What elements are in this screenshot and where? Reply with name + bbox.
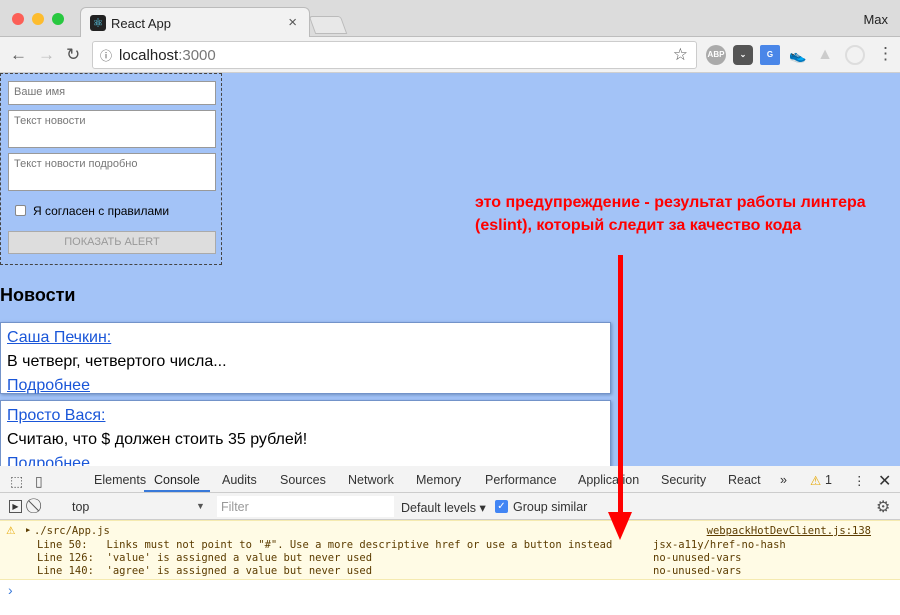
menu-icon[interactable]: ⋮ [877, 44, 894, 64]
sneaker-icon[interactable]: 👟 [788, 45, 808, 65]
warning-count[interactable]: 1 [825, 473, 832, 487]
rule-name: no-unused-vars [653, 552, 742, 564]
warning-line: Line 50: Links must not point to "#". Us… [37, 539, 613, 551]
news-text: Считаю, что $ должен стоить 35 рублей! [7, 431, 308, 448]
filter-input[interactable]: Filter [217, 496, 394, 517]
url-port: :3000 [178, 47, 216, 64]
more-link[interactable]: Подробнее [7, 452, 604, 466]
show-alert-button[interactable]: ПОКАЗАТЬ ALERT [8, 231, 216, 254]
address-bar[interactable]: ⓘ localhost:3000 ☆ [92, 41, 697, 69]
adblock-icon[interactable]: ABP [706, 45, 726, 65]
info-icon[interactable]: ⓘ [100, 47, 112, 64]
devtools-menu-icon[interactable]: ⋮ [853, 473, 866, 488]
warning-line: Line 126: 'value' is assigned a value bu… [37, 552, 373, 564]
close-devtools-icon[interactable]: ✕ [878, 471, 891, 491]
close-window-button[interactable] [12, 13, 24, 25]
tab-console[interactable]: Console [154, 473, 200, 487]
rule-name: jsx-a11y/href-no-hash [653, 539, 786, 551]
context-dropdown-icon[interactable]: ▼ [196, 501, 205, 511]
group-similar-label: Group similar [513, 500, 588, 514]
rule-name: no-unused-vars [653, 565, 742, 577]
annotation-text: это предупреждение - результат работы ли… [475, 194, 866, 234]
context-select[interactable]: top [72, 500, 89, 514]
back-icon[interactable]: ← [10, 45, 27, 65]
toolbar: ← → ↻ ⓘ localhost:3000 ☆ ABP ⌄ G 👟 ▲ ⋮ [0, 37, 900, 73]
agree-checkbox[interactable] [15, 205, 26, 216]
console-warning: ⚠ ▶ ./src/App.js webpackHotDevClient.js:… [0, 520, 900, 580]
author-link[interactable]: Просто Вася: [7, 404, 604, 427]
source-link[interactable]: webpackHotDevClient.js:138 [707, 525, 871, 537]
tab-security[interactable]: Security [661, 473, 706, 487]
annotation-arrow [608, 255, 632, 540]
device-toolbar-icon[interactable]: ▯ [35, 473, 43, 490]
news-card: Саша Печкин: В четверг, четвертого числа… [0, 322, 611, 394]
browser-tab[interactable]: ⚛ React App × [80, 7, 310, 38]
agree-label: Я согласен с правилами [33, 204, 170, 218]
warning-icon: ⚠ [6, 525, 16, 537]
levels-dropdown[interactable]: Default levels ▾ [401, 500, 486, 515]
news-text: В четверг, четвертого числа... [7, 353, 227, 370]
tab-strip: ⚛ React App × Max [0, 0, 900, 38]
url-host: localhost [119, 47, 179, 64]
more-link[interactable]: Подробнее [7, 374, 604, 397]
warning-line: Line 140: 'agree' is assigned a value bu… [37, 565, 373, 577]
forward-icon[interactable]: → [38, 45, 55, 65]
bigtext-textarea[interactable]: Текст новости подробно [8, 153, 216, 191]
tab-network[interactable]: Network [348, 473, 394, 487]
drive-icon[interactable]: ▲ [815, 45, 835, 65]
warning-icon[interactable]: ⚠ [810, 473, 821, 488]
active-tab-indicator [144, 490, 210, 492]
tab-audits[interactable]: Audits [222, 473, 257, 487]
more-tabs-button[interactable]: » [780, 473, 787, 487]
news-heading: Новости [0, 285, 76, 305]
console-toolbar: ▶ ⃠ top ▼ Filter Default levels ▾ ✓ Grou… [0, 493, 900, 520]
text-textarea[interactable]: Текст новости [8, 110, 216, 148]
tab-performance[interactable]: Performance [485, 473, 557, 487]
warning-file[interactable]: ./src/App.js [34, 525, 110, 537]
settings-gear-icon[interactable]: ⚙ [876, 497, 890, 517]
tab-title: React App [111, 16, 171, 31]
arrow-shaft [618, 255, 623, 520]
arrow-head [608, 512, 632, 540]
tab-sources[interactable]: Sources [280, 473, 326, 487]
add-news-form: Ваше имя Текст новости Текст новости под… [0, 73, 222, 265]
minimize-window-button[interactable] [32, 13, 44, 25]
tab-memory[interactable]: Memory [416, 473, 461, 487]
group-similar-checkbox[interactable]: ✓ [495, 500, 508, 513]
console-prompt[interactable]: › [8, 582, 13, 598]
devtools-tabbar: ⬚ ▯ Elements Console Audits Sources Netw… [0, 466, 900, 493]
expand-triangle-icon[interactable]: ▶ [26, 526, 30, 534]
name-input[interactable]: Ваше имя [8, 81, 216, 105]
new-tab-button[interactable] [308, 16, 348, 34]
page-viewport: Ваше имя Текст новости Текст новости под… [0, 73, 900, 466]
pocket-icon[interactable]: ⌄ [733, 45, 753, 65]
inspect-icon[interactable]: ⬚ [10, 473, 23, 490]
profile-name[interactable]: Max [863, 12, 888, 27]
tab-elements[interactable]: Elements [94, 473, 146, 487]
circle-extension-icon[interactable] [845, 45, 865, 65]
bookmark-star-icon[interactable]: ☆ [673, 45, 688, 65]
reload-icon[interactable]: ↻ [66, 45, 80, 65]
translate-icon[interactable]: G [760, 45, 780, 65]
url-text: localhost:3000 [119, 47, 216, 64]
author-link[interactable]: Саша Печкин: [7, 326, 604, 349]
maximize-window-button[interactable] [52, 13, 64, 25]
news-card: Просто Вася: Считаю, что $ должен стоить… [0, 400, 611, 466]
react-icon: ⚛ [90, 15, 106, 31]
sidebar-toggle-icon[interactable]: ▶ [9, 500, 22, 513]
close-tab-icon[interactable]: × [288, 14, 297, 31]
tab-react[interactable]: React [728, 473, 761, 487]
